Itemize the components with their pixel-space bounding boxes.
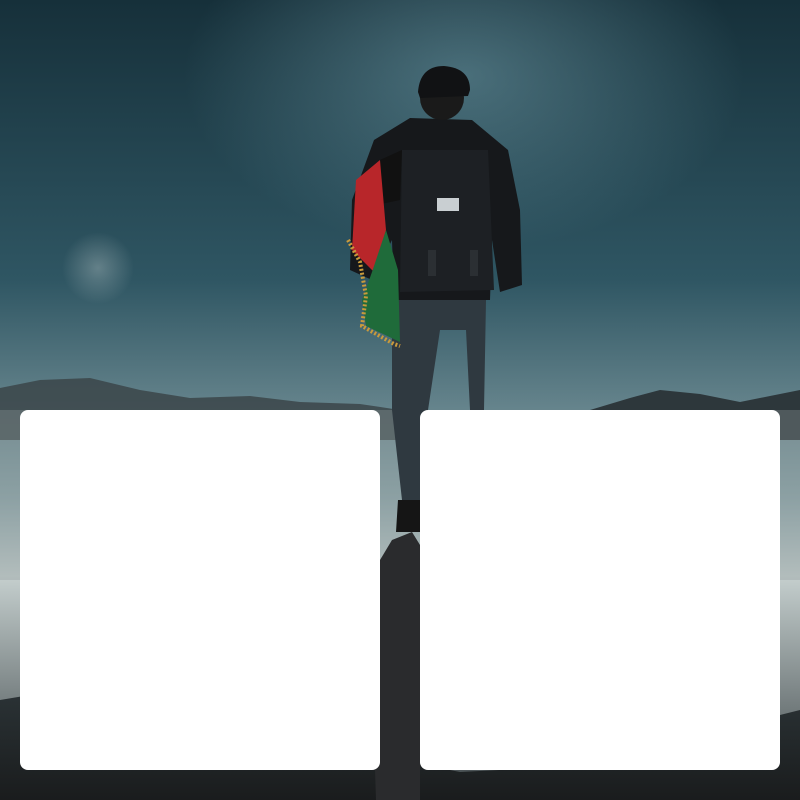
- blank-card-right: [420, 410, 780, 770]
- blank-card-left: [20, 410, 380, 770]
- backpack: [400, 150, 494, 292]
- hazy-sun: [62, 232, 134, 304]
- photo-scene: [0, 0, 800, 800]
- backpack-patch: [437, 198, 459, 211]
